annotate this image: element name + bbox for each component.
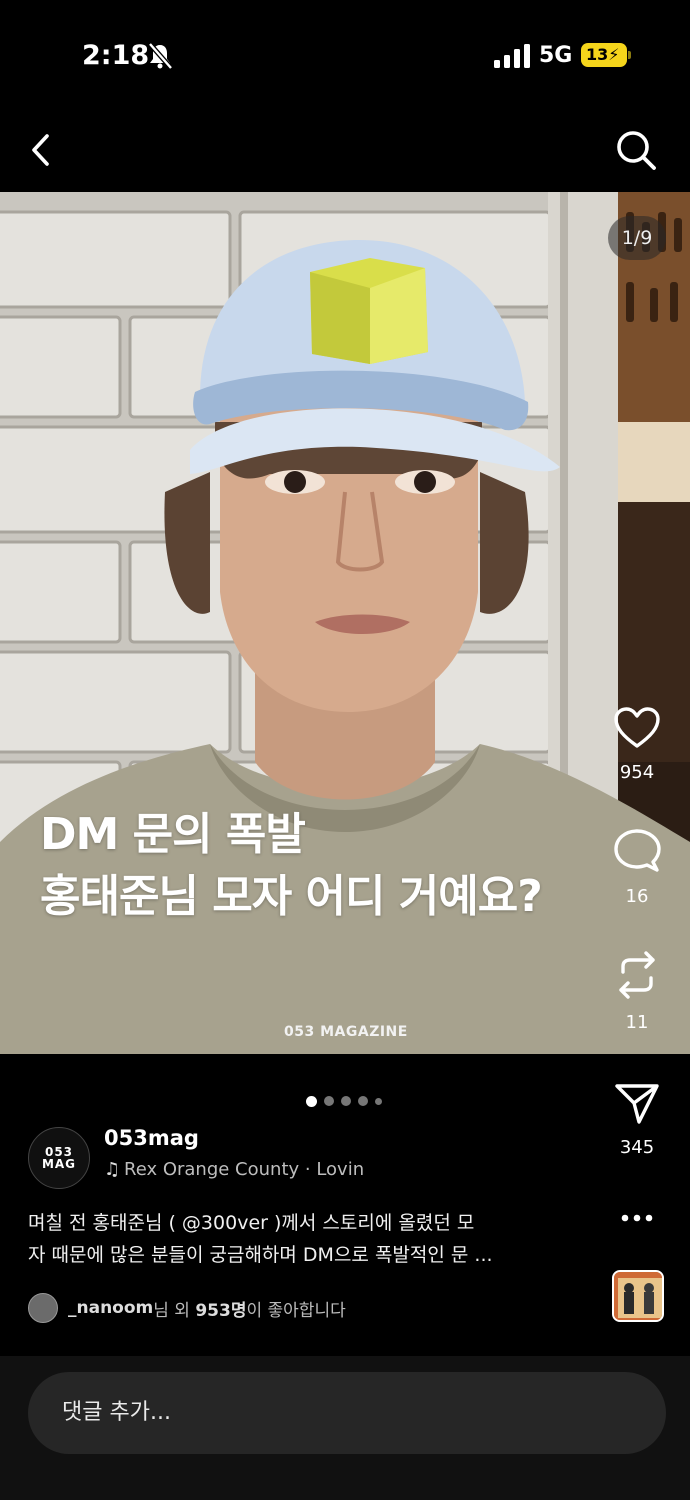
media-headline: DM 문의 폭발 홍태준님 모자 어디 거예요? [40,804,543,928]
carousel-dots [306,1095,382,1107]
comment-icon[interactable] [613,828,661,874]
caption-line-1: 며칠 전 홍태준님 ( @300ver )께서 스토리에 올렸던 모 [28,1212,475,1234]
liked-by-count: 953명 [195,1300,247,1321]
audio-thumbnail-image [614,1272,662,1320]
repost-count: 11 [625,1012,649,1033]
back-icon[interactable] [22,128,62,172]
media-watermark: 053 MAGAZINE [284,1024,408,1040]
share-action[interactable]: 345 [605,1081,669,1158]
battery-nub [628,51,631,59]
carousel-dot [324,1096,334,1106]
share-count: 345 [619,1137,655,1158]
status-bar: 2:18 5G 13⚡ [0,0,690,110]
caption-line-2: 자 때문에 많은 분들이 궁금해하며 DM으로 폭발적인 문 ... [28,1244,493,1266]
repost-action[interactable]: 11 [605,950,669,1033]
post-media[interactable]: 1/9 DM 문의 폭발 홍태준님 모자 어디 거예요? 053 MAGAZIN… [0,192,690,1054]
liked-by-suffix: 이 좋아합니다 [246,1300,346,1321]
like-count: 954 [619,762,655,783]
headline-line-1: DM 문의 폭발 [40,809,306,860]
carousel-dot [358,1096,368,1106]
send-icon[interactable] [613,1081,661,1125]
comment-action[interactable]: 16 [605,828,669,907]
liked-by-mid: 님 외 [153,1300,190,1321]
battery-indicator: 13⚡ [581,43,627,67]
bell-slash-icon [148,42,173,70]
liker-avatar [28,1293,58,1323]
comment-count: 16 [625,886,649,907]
media-counter: 1/9 [608,216,666,260]
audio-thumbnail[interactable] [612,1270,664,1322]
carousel-dot [341,1096,351,1106]
signal-icon [494,44,530,68]
author-username[interactable]: 053mag [104,1126,199,1150]
carousel-dot [375,1097,382,1105]
battery-level: 13 [586,45,609,64]
carousel-dot [306,1095,317,1107]
status-time: 2:18 [82,40,150,71]
avatar-text-line-2: MAG [41,1157,77,1171]
repost-icon[interactable] [613,950,661,1000]
author-avatar[interactable]: 053 MAG [28,1127,90,1189]
music-info[interactable]: ♫ Rex Orange County · Lovin [104,1159,384,1185]
liked-by-row[interactable]: _nanoom 님 외 953명 이 좋아합니다 [28,1292,346,1324]
heart-icon[interactable] [613,706,661,750]
comment-input[interactable]: 댓글 추가... [28,1372,666,1454]
post-caption[interactable]: 며칠 전 홍태준님 ( @300ver )께서 스토리에 올렸던 모 자 때문에… [28,1207,588,1271]
music-note-icon: ♫ [104,1159,121,1180]
liker-username: _nanoom [68,1298,154,1318]
network-type: 5G [539,43,573,68]
more-icon[interactable] [620,1210,654,1226]
headline-line-2: 홍태준님 모자 어디 거예요? [40,871,543,922]
search-icon[interactable] [612,126,660,174]
like-action[interactable]: 954 [605,706,669,783]
music-title: Rex Orange County · Lovin [124,1159,365,1180]
charging-bolt-icon: ⚡ [608,45,620,64]
